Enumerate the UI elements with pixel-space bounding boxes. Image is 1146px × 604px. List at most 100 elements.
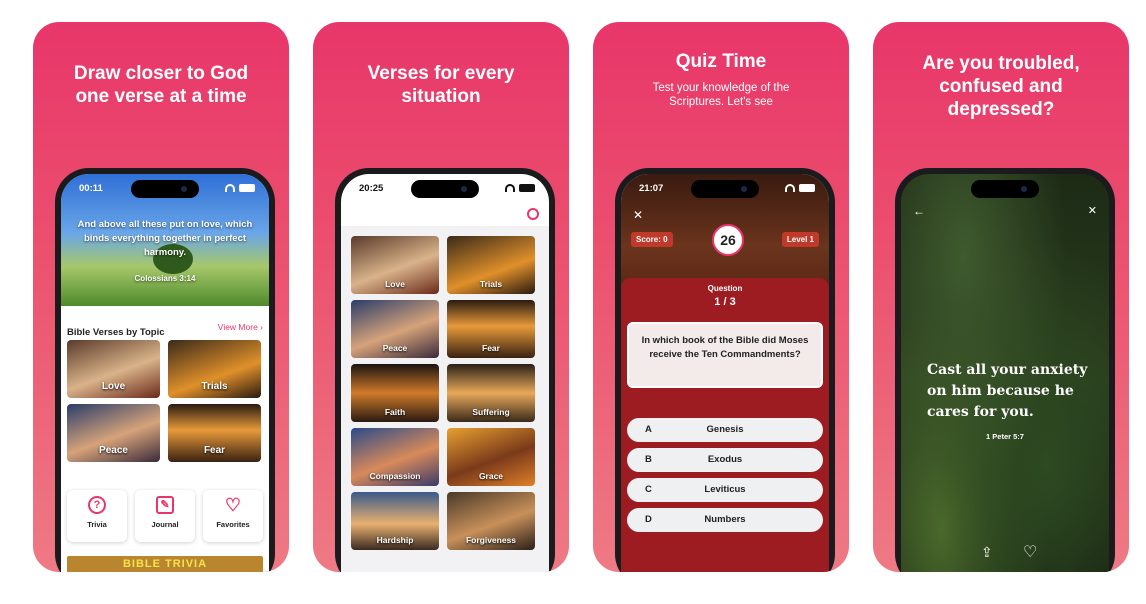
card-subtitle: Test your knowledge of the Scriptures. L… [652,82,790,108]
topic-label: Fear [482,343,500,353]
phone-frame: 20:25 Love Trials Peace Fear Faith Suffe… [335,168,555,572]
close-icon[interactable]: ✕ [633,208,643,222]
answer-text: Exodus [707,454,743,465]
share-icon[interactable]: ⇪ [981,544,993,561]
verse-reference: 1 Peter 5:7 [986,432,1024,441]
edit-icon: ✎ [156,496,174,514]
timer-circle: 26 [712,224,744,256]
topic-label: Love [385,279,405,289]
phone-screen: ← ✕ Cast all your anxiety on him because… [901,174,1109,572]
topic-label: Hardship [376,535,414,545]
search-icon[interactable] [527,208,539,220]
topic-tile-grace[interactable]: Grace [447,428,535,486]
trivia-banner[interactable]: BIBLE TRIVIA [67,556,263,572]
status-bar: 00:11 [61,182,269,196]
topic-tile-fear[interactable]: Fear [447,300,535,358]
level-badge: Level 1 [781,232,819,247]
topic-label: Trials [201,381,228,392]
phone-frame: 00:11 And above all these put on love, w… [55,168,275,572]
card-title: Quiz Time [675,51,767,72]
status-bar: 20:25 [341,182,549,196]
promo-card-2: Verses for every situation 20:25 Love Tr… [313,22,569,572]
question-label: Question [707,284,743,293]
dynamic-island [971,180,1039,198]
phone-frame: 21:07 ✕ Score: 0 26 Level 1 Question 1 /… [615,168,835,572]
question-counter: 1 / 3 [714,296,736,308]
journal-button[interactable]: ✎ Journal [135,490,195,542]
topic-tile-trials[interactable]: Trials [447,236,535,294]
topic-label: Faith [384,407,406,417]
answer-option-c[interactable]: C Leviticus [627,478,823,502]
topic-tile-hardship[interactable]: Hardship [351,492,439,550]
banner-text: BIBLE TRIVIA [122,558,208,570]
topic-tile-faith[interactable]: Faith [351,364,439,422]
phone-screen: 21:07 ✕ Score: 0 26 Level 1 Question 1 /… [621,174,829,572]
view-more-link[interactable]: View More › [218,322,263,332]
topic-label: Forgiveness [465,535,517,545]
topics-header: Bible Verses by Topic View More › [67,322,263,340]
wifi-icon [225,184,235,192]
topic-label: Peace [382,343,408,353]
topic-grid: Love Trials Peace Fear [67,340,263,462]
hero-reference: Colossians 3:14 [134,274,196,283]
promo-card-1: Draw closer to God one verse at a time 0… [33,22,289,572]
battery-icon [799,184,815,192]
answer-option-b[interactable]: B Exodus [627,448,823,472]
quiz-panel: Question 1 / 3 In which book of the Bibl… [621,278,829,572]
hero-verse: And above all these put on love, which b… [77,219,253,258]
question-box: In which book of the Bible did Moses rec… [627,322,823,388]
topic-tile-forgiveness[interactable]: Forgiveness [447,492,535,550]
status-time: 20:25 [359,183,384,194]
topic-label: Trials [479,279,503,289]
status-bar: 21:07 [621,182,829,196]
topic-tile-peace[interactable]: Peace [67,404,160,462]
score-badge: Score: 0 [631,232,673,247]
back-icon[interactable]: ← [913,204,925,218]
promo-card-4: Are you troubled, confused and depressed… [873,22,1129,572]
favorites-button[interactable]: ♡ Favorites [203,490,263,542]
action-label: Favorites [216,520,250,529]
action-label: Journal [151,520,179,529]
topic-tile-trials[interactable]: Trials [168,340,261,398]
phone-screen: 20:25 Love Trials Peace Fear Faith Suffe… [341,174,549,572]
answer-text: Genesis [706,424,744,435]
topic-tile-compassion[interactable]: Compassion [351,428,439,486]
status-time: 21:07 [639,183,664,194]
mute-icon[interactable]: ✕ [1088,204,1097,217]
battery-icon [239,184,255,192]
topic-label: Compassion [369,471,421,481]
topic-label: Love [101,381,126,392]
answer-option-d[interactable]: D Numbers [627,508,823,532]
answer-text: Leviticus [704,484,746,495]
answer-option-a[interactable]: A Genesis [627,418,823,442]
topic-grid: Love Trials Peace Fear Faith Suffering C… [351,236,535,550]
topic-label: Grace [478,471,504,481]
topic-tile-peace[interactable]: Peace [351,300,439,358]
quick-actions: ? Trivia ✎ Journal ♡ Favorites [67,490,263,542]
answer-text: Numbers [704,514,746,525]
wifi-icon [785,184,795,192]
battery-icon [519,184,535,192]
card-title: Draw closer to God one verse at a time [73,63,249,107]
topic-label: Fear [203,445,226,456]
topic-label: Peace [99,445,128,456]
phone-frame: ← ✕ Cast all your anxiety on him because… [895,168,1115,572]
heart-icon[interactable]: ♡ [1023,542,1037,562]
verse-text: Cast all your anxiety on him because he … [927,362,1088,420]
trivia-button[interactable]: ? Trivia [67,490,127,542]
topic-label: Suffering [472,407,510,417]
status-time: 00:11 [79,183,103,194]
action-label: Trivia [87,520,107,529]
question-icon: ? [88,496,106,514]
card-title: Verses for every situation [367,63,515,107]
heart-icon: ♡ [224,495,242,515]
topic-tile-love[interactable]: Love [351,236,439,294]
topic-tile-fear[interactable]: Fear [168,404,261,462]
wifi-icon [505,184,515,192]
topic-tile-love[interactable]: Love [67,340,160,398]
section-title: Bible Verses by Topic [67,327,165,338]
promo-card-3: Quiz Time Test your knowledge of the Scr… [593,22,849,572]
topic-tile-suffering[interactable]: Suffering [447,364,535,422]
card-title: Are you troubled, confused and depressed… [922,53,1080,120]
phone-screen: 00:11 And above all these put on love, w… [61,174,269,572]
